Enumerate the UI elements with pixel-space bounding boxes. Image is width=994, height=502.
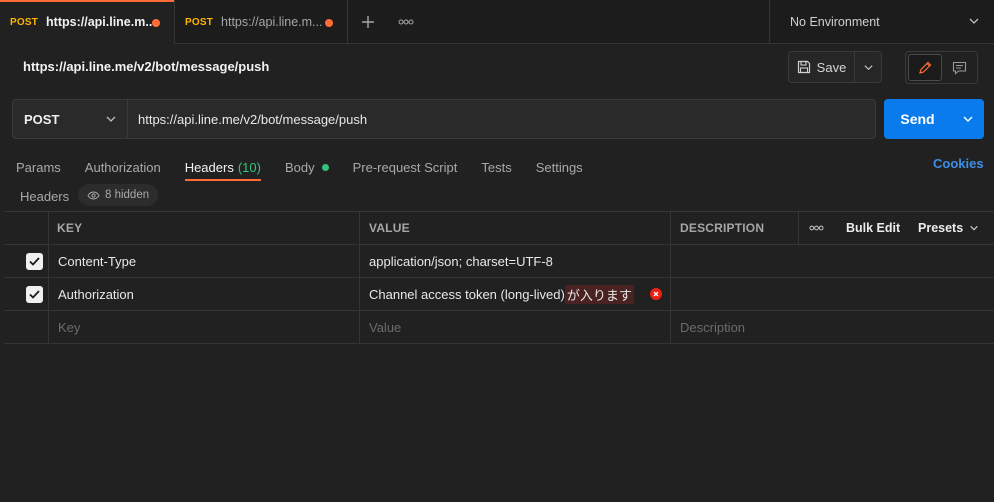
tab-headers[interactable]: Headers (10) <box>184 155 262 181</box>
send-options-button[interactable] <box>951 99 984 139</box>
header-key[interactable]: Authorization <box>58 278 134 310</box>
row-checkbox[interactable] <box>26 278 43 310</box>
unsaved-dot-icon <box>152 19 160 27</box>
cookies-link[interactable]: Cookies <box>933 156 984 171</box>
tab-pre-request-script[interactable]: Pre-request Script <box>353 155 458 179</box>
request-tab[interactable]: POST https://api.line.m... <box>175 0 348 44</box>
tab-label: Authorization <box>84 159 161 175</box>
tab-tests[interactable]: Tests <box>481 155 511 179</box>
environment-label: No Environment <box>790 15 880 29</box>
column-description: DESCRIPTION <box>680 221 765 235</box>
tab-label: Params <box>16 159 61 175</box>
column-value: VALUE <box>369 221 410 235</box>
plus-icon <box>362 16 374 28</box>
tab-body[interactable]: Body <box>285 155 329 179</box>
method-label: POST <box>24 111 60 127</box>
error-icon <box>650 288 662 300</box>
checkmark-icon <box>29 256 40 266</box>
request-name[interactable]: https://api.line.me/v2/bot/message/push <box>23 59 269 74</box>
comment-icon <box>952 61 966 75</box>
headers-section-label: Headers <box>20 189 70 204</box>
eye-icon <box>87 190 100 200</box>
more-icon <box>809 225 824 231</box>
more-icon <box>398 19 414 25</box>
presets-label: Presets <box>918 221 964 235</box>
tab-method: POST <box>185 16 214 28</box>
new-key-input[interactable]: Key <box>58 311 80 343</box>
view-mode-toggle <box>905 51 978 84</box>
chevron-down-icon <box>863 64 873 70</box>
header-value[interactable]: application/json; charset=UTF-8 <box>369 245 553 277</box>
tab-label: Pre-request Script <box>352 159 458 175</box>
tab-settings[interactable]: Settings <box>536 155 583 179</box>
table-row-new: Key Value Description <box>4 311 994 344</box>
comments-mode-button[interactable] <box>944 54 976 81</box>
table-row: Authorization Channel access token (long… <box>4 278 994 311</box>
headers-table: KEY VALUE DESCRIPTION Bulk Edit Presets … <box>4 211 994 344</box>
tab-label: Tests <box>481 159 512 175</box>
tab-params[interactable]: Params <box>16 155 61 179</box>
save-button[interactable]: Save <box>789 52 855 82</box>
save-icon <box>797 60 810 74</box>
hidden-count: 8 hidden <box>105 189 150 201</box>
header-key[interactable]: Content-Type <box>58 245 136 277</box>
tab-authorization[interactable]: Authorization <box>85 155 161 179</box>
value-error-indicator <box>650 278 662 310</box>
tab-label: Settings <box>535 159 583 175</box>
value-highlight: が入ります <box>564 284 634 304</box>
save-label: Save <box>816 59 847 75</box>
tab-label: Headers <box>184 159 234 175</box>
tab-method: POST <box>10 16 39 28</box>
method-select[interactable]: POST <box>12 99 128 139</box>
chevron-down-icon <box>963 116 973 122</box>
column-options-button[interactable] <box>809 212 824 244</box>
edit-mode-button[interactable] <box>908 54 942 81</box>
table-row: Content-Type application/json; charset=U… <box>4 245 994 278</box>
column-key: KEY <box>57 221 83 235</box>
tab-title: https://api.line.m... <box>46 15 156 29</box>
header-description[interactable] <box>680 245 980 277</box>
url-input[interactable]: https://api.line.me/v2/bot/message/push <box>128 99 876 139</box>
new-description-input[interactable]: Description <box>680 311 745 343</box>
send-button-group: Send <box>884 99 984 139</box>
table-header-row: KEY VALUE DESCRIPTION Bulk Edit Presets <box>4 211 994 245</box>
tab-label: Body <box>284 159 315 175</box>
tab-title: https://api.line.m... <box>221 15 323 29</box>
headers-count: (10) <box>237 159 261 175</box>
hidden-headers-toggle[interactable]: 8 hidden <box>78 184 159 206</box>
more-tabs-button[interactable] <box>388 0 424 44</box>
save-options-button[interactable] <box>855 52 881 82</box>
chevron-down-icon <box>106 116 116 122</box>
bulk-edit-button[interactable]: Bulk Edit <box>846 212 900 244</box>
request-tab-active[interactable]: POST https://api.line.m... <box>0 0 175 44</box>
chevron-down-icon <box>969 18 979 24</box>
chevron-down-icon <box>970 225 978 231</box>
environment-selector[interactable]: No Environment <box>769 0 994 44</box>
header-description[interactable] <box>680 278 980 310</box>
new-tab-button[interactable] <box>348 0 388 44</box>
header-value[interactable]: Channel access token (long-lived) が入ります <box>369 278 634 310</box>
row-checkbox[interactable] <box>26 245 43 277</box>
save-group: Save <box>788 51 882 83</box>
send-button[interactable]: Send <box>884 99 951 139</box>
value-text: Channel access token (long-lived) <box>369 286 565 302</box>
checkmark-icon <box>29 289 40 299</box>
unsaved-dot-icon <box>325 19 333 27</box>
presets-button[interactable]: Presets <box>918 212 979 244</box>
new-value-input[interactable]: Value <box>369 311 401 343</box>
pencil-icon <box>918 61 932 74</box>
body-indicator-dot-icon <box>321 163 329 171</box>
url-value: https://api.line.me/v2/bot/message/push <box>138 111 368 127</box>
request-subtabs: Params Authorization Headers (10) Body Pr… <box>16 155 607 181</box>
